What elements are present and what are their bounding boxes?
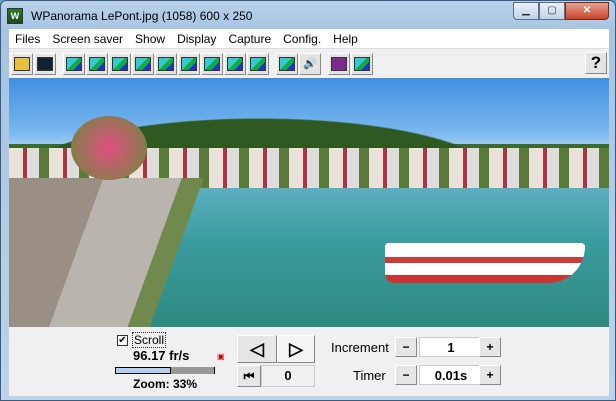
timer-label: Timer	[353, 368, 386, 383]
book-button[interactable]	[328, 52, 350, 75]
position-readout: 0	[261, 365, 315, 387]
arrow-ne-icon	[135, 56, 151, 71]
timer-plus-button[interactable]: +	[479, 365, 501, 385]
promenade	[9, 178, 269, 327]
move-arrows-icon	[89, 56, 105, 71]
panorama-icon	[250, 56, 266, 71]
flower-basket	[71, 116, 147, 180]
minimize-button[interactable]: ▁	[513, 2, 539, 20]
toolbar: 🔊 ?	[9, 51, 609, 76]
increment-field[interactable]: 1	[419, 337, 483, 357]
window-title: WPanorama LePont.jpg (1058) 600 x 250	[31, 9, 253, 23]
increment-plus-button[interactable]: +	[479, 337, 501, 357]
increment-label: Increment	[331, 340, 389, 355]
menu-display[interactable]: Display	[171, 32, 222, 46]
align-top-left-button[interactable]	[109, 52, 131, 75]
split-icon	[279, 56, 295, 71]
image-icon	[37, 56, 53, 71]
panorama-image[interactable]	[9, 78, 609, 327]
arrow-se-icon	[181, 56, 197, 71]
speaker-icon: 🔊	[303, 58, 317, 70]
arrow-nw-icon	[112, 56, 128, 71]
scroll-label[interactable]: Scroll	[132, 332, 167, 348]
scroll-checkbox[interactable]: ✔	[117, 335, 128, 346]
timer-minus-button[interactable]: −	[395, 365, 417, 385]
arrow-sw-icon	[158, 56, 174, 71]
boat	[385, 243, 585, 283]
record-icon: ▣	[217, 352, 225, 361]
menu-capture[interactable]: Capture	[222, 32, 277, 46]
open-file-button[interactable]	[11, 52, 33, 75]
menu-screen-saver[interactable]: Screen saver	[46, 32, 129, 46]
sound-button[interactable]: 🔊	[299, 52, 321, 75]
fit-button[interactable]	[63, 52, 85, 75]
app-icon: W	[7, 8, 23, 24]
help-image-button[interactable]	[351, 52, 373, 75]
panorama-button[interactable]	[247, 52, 269, 75]
maximize-button[interactable]: ▢	[539, 2, 565, 20]
filmstrip-icon	[204, 56, 220, 71]
increment-minus-button[interactable]: −	[395, 337, 417, 357]
rewind-button[interactable]: ⏮	[237, 365, 261, 387]
open-folder-icon	[14, 56, 30, 71]
fps-readout: 96.17 fr/s	[133, 348, 190, 363]
scroll-right-button[interactable]: ▷	[277, 335, 315, 363]
align-top-right-button[interactable]	[132, 52, 154, 75]
zoom-label: Zoom: 33%	[133, 377, 198, 391]
align-bottom-right-button[interactable]	[178, 52, 200, 75]
help-image-icon	[354, 56, 370, 71]
image-button[interactable]	[34, 52, 56, 75]
title-bar: W WPanorama LePont.jpg (1058) 600 x 250	[7, 6, 252, 26]
menu-bar: Files Screen saver Show Display Capture …	[9, 29, 609, 49]
window-frame: W WPanorama LePont.jpg (1058) 600 x 250 …	[0, 0, 616, 401]
landscape-button[interactable]	[224, 52, 246, 75]
book-icon	[331, 56, 347, 71]
control-panel: ✔ Scroll 96.17 fr/s ▣ Zoom: 33% ◁ ▷ ⏮ 0 …	[9, 327, 609, 396]
menu-help[interactable]: Help	[327, 32, 364, 46]
menu-config[interactable]: Config.	[277, 32, 327, 46]
fit-icon	[66, 56, 82, 71]
landscape-icon	[227, 56, 243, 71]
split-button[interactable]	[276, 52, 298, 75]
zoom-slider[interactable]	[115, 367, 215, 374]
menu-files[interactable]: Files	[9, 32, 46, 46]
menu-show[interactable]: Show	[129, 32, 171, 46]
move-button[interactable]	[86, 52, 108, 75]
timer-field[interactable]: 0.01s	[419, 365, 483, 385]
filmstrip-button[interactable]	[201, 52, 223, 75]
close-button[interactable]: ✕	[565, 2, 609, 20]
help-button[interactable]: ?	[585, 52, 607, 74]
scroll-left-button[interactable]: ◁	[237, 335, 277, 363]
zoom-slider-fill	[115, 367, 172, 374]
align-bottom-left-button[interactable]	[155, 52, 177, 75]
